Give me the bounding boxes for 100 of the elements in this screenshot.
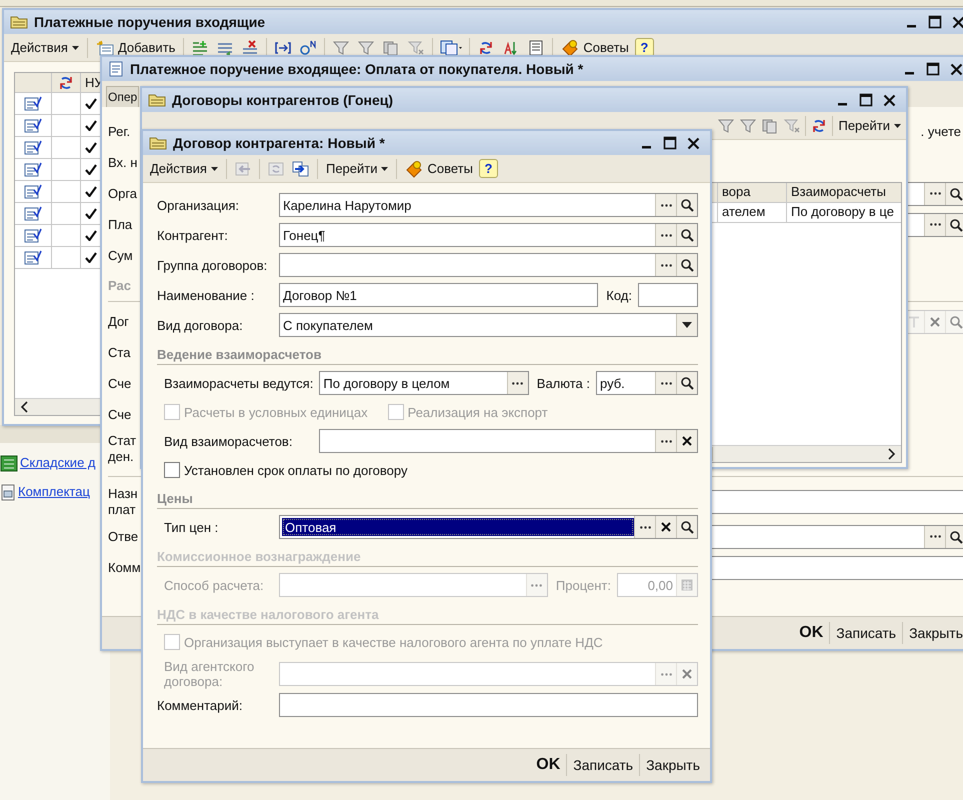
input-field[interactable]: руб. [596, 371, 698, 395]
input-field: 0,00 [617, 573, 698, 597]
clear-icon [929, 316, 941, 328]
swap-icon [292, 160, 310, 176]
search-icon[interactable] [680, 198, 694, 212]
close-icon[interactable] [883, 94, 896, 106]
field-label: Процент: [554, 578, 612, 592]
tab[interactable]: Опер [106, 86, 140, 107]
input-field[interactable] [279, 693, 698, 717]
folder-icon [148, 93, 166, 107]
ellipsis-icon[interactable] [660, 382, 672, 384]
ellipsis-icon[interactable] [930, 535, 940, 538]
search-icon[interactable] [949, 218, 963, 232]
caret-icon [894, 124, 901, 128]
expand-icon [274, 40, 292, 56]
maximize-icon[interactable] [928, 15, 942, 29]
actions-menu[interactable]: Действия [147, 159, 221, 178]
goto-menu[interactable]: Перейти [322, 159, 392, 178]
field-label: Стат ден. [108, 433, 138, 465]
document-icon[interactable] [0, 482, 16, 500]
ellipsis-icon[interactable] [660, 264, 672, 266]
input-field[interactable] [638, 283, 698, 307]
input-field[interactable]: Гонец¶ [279, 223, 698, 247]
ellipsis-icon[interactable] [640, 526, 650, 528]
ellipsis-icon [660, 672, 672, 676]
dialog-button[interactable]: Записать [830, 621, 902, 645]
section-heading: Комиссионное вознаграждение [157, 543, 698, 567]
field-label: Рег. [108, 124, 132, 140]
document-icon [24, 118, 42, 134]
window-title: Платежное поручение входящее: Оплата от покупателя. Новый * [130, 61, 584, 77]
field-label: Наименование : [157, 288, 256, 302]
search-icon [949, 314, 963, 328]
search-icon[interactable] [680, 520, 694, 534]
field-label: Валюта : [536, 376, 591, 390]
input-field[interactable] [319, 429, 698, 453]
ellipsis-icon[interactable] [512, 382, 524, 384]
input-field[interactable]: С покупателем [279, 313, 698, 337]
search-icon[interactable] [680, 228, 694, 242]
dialog-button[interactable]: Закрыть [640, 753, 706, 777]
field-label: Орга [108, 186, 138, 202]
column-header[interactable]: Взаиморасчеты [787, 183, 901, 202]
close-icon[interactable] [687, 136, 700, 150]
input-field[interactable]: По договору в целом [319, 371, 529, 395]
help-button[interactable]: ? [478, 159, 498, 178]
section-heading: НДС в качестве налогового агента [157, 601, 698, 625]
journal-link[interactable]: Складские д [20, 455, 96, 470]
document-icon [24, 228, 42, 244]
dialog-button[interactable]: Закрыть [903, 621, 963, 645]
field-label: Вид агентского договора: [164, 659, 256, 689]
ledger-icon[interactable] [0, 454, 18, 472]
field-label: Ста [108, 344, 132, 360]
dialog-button[interactable]: Записать [567, 753, 640, 777]
actions-menu[interactable]: Действия [8, 38, 82, 57]
window-title: Договоры контрагентов (Гонец) [172, 92, 394, 108]
clear-icon [681, 668, 693, 680]
field-label: Вид взаиморасчетов: [164, 434, 294, 448]
section-heading: Ведение взаиморасчетов [157, 341, 698, 365]
maximize-icon[interactable] [663, 136, 677, 150]
field-label: Сче [108, 406, 132, 422]
checkbox[interactable]: Установлен срок оплаты по договору [164, 462, 408, 478]
clear-icon[interactable] [681, 435, 693, 447]
maximize-icon[interactable] [926, 62, 940, 76]
close-icon[interactable] [950, 62, 963, 76]
clear-icon[interactable] [660, 521, 672, 533]
filter-clear-icon [783, 118, 802, 134]
dialog-button[interactable]: OK [793, 620, 830, 646]
tips-button[interactable]: Советы [402, 158, 476, 180]
ellipsis-icon[interactable] [660, 204, 672, 206]
caret-icon [72, 46, 79, 50]
close-icon[interactable] [952, 16, 963, 28]
search-icon[interactable] [680, 376, 694, 390]
ellipsis-icon[interactable] [660, 234, 672, 236]
ellipsis-icon[interactable] [930, 192, 940, 195]
input-field[interactable]: Карелина Нарутомир [279, 193, 698, 217]
add-row-icon [191, 40, 210, 56]
search-icon[interactable] [949, 186, 963, 200]
checkbox: Организация выступает в качестве налогового агента по уплате НДС [164, 634, 603, 650]
column-header[interactable]: вора [718, 183, 787, 202]
text-type-icon [908, 316, 920, 328]
input-field[interactable]: Оптовая [279, 515, 698, 539]
goto-menu[interactable]: Перейти [835, 116, 904, 135]
document-icon [24, 206, 42, 222]
journal-link[interactable]: Комплектац [18, 484, 90, 499]
ellipsis-icon[interactable] [930, 223, 940, 226]
search-icon[interactable] [680, 258, 694, 272]
caret-icon [210, 166, 218, 170]
ellipsis-icon[interactable] [660, 440, 672, 442]
document-icon [24, 162, 42, 178]
field-label: Сум [108, 248, 134, 264]
filter-icon [739, 118, 758, 134]
delete-icon [241, 40, 260, 56]
input-field[interactable] [279, 253, 698, 277]
maximize-icon[interactable] [859, 93, 873, 107]
field-label: Код: [605, 288, 633, 302]
field-label: Группа договоров: [157, 258, 268, 272]
dropdown-arrow-icon[interactable] [682, 322, 692, 328]
dialog-button[interactable]: OK [530, 752, 566, 778]
input-field[interactable]: Договор №1 [279, 283, 598, 307]
field-label: Сче [108, 376, 132, 392]
search-icon[interactable] [949, 530, 963, 544]
